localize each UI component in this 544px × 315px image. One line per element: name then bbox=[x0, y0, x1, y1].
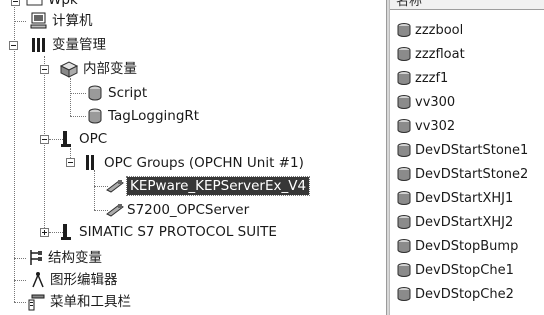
tag-list-item-label: DevDStartStone1 bbox=[415, 142, 529, 158]
internal-tags-icon bbox=[59, 61, 79, 78]
tag-list-item-label: vv300 bbox=[415, 94, 456, 110]
menu-toolbar-icon bbox=[28, 294, 45, 311]
tag-list-pane: 名称 zzzbool zzzfloat zzzf1 vv300 vv302 DevDSta… bbox=[390, 0, 544, 315]
tag-list-item-label: zzzf1 bbox=[415, 70, 449, 86]
channel-unit-icon bbox=[86, 155, 94, 170]
tree-node-opc[interactable]: OPC bbox=[59, 128, 107, 150]
tree-node-script[interactable]: Script bbox=[86, 82, 147, 104]
tag-list-item[interactable]: zzzfloat bbox=[396, 43, 465, 65]
tree-label-var-mgmt: 变量管理 bbox=[52, 37, 106, 53]
tree-label-opc-groups: OPC Groups (OPCHN Unit #1) bbox=[104, 155, 304, 171]
tag-management-icon bbox=[32, 38, 45, 52]
tree-line bbox=[70, 93, 86, 94]
tree-label-struct-vars: 结构变量 bbox=[48, 250, 102, 266]
expander-var-mgmt[interactable] bbox=[9, 41, 18, 50]
tag-icon bbox=[397, 143, 411, 157]
tree-node-s7200[interactable]: S7200_OPCServer bbox=[106, 199, 249, 221]
tag-list-item[interactable]: DevDStopBump bbox=[396, 235, 518, 257]
driver-icon bbox=[61, 224, 71, 240]
tag-list-item-label: DevDStopChe1 bbox=[415, 262, 514, 278]
tree-node-kepware[interactable]: KEPware_KEPServerEx_V4 bbox=[106, 175, 311, 197]
tree-line bbox=[14, 21, 26, 22]
tag-icon bbox=[397, 215, 411, 229]
tree-node-struct-vars[interactable]: 结构变量 bbox=[28, 247, 102, 269]
tag-icon bbox=[397, 239, 411, 253]
tree-node-opc-groups[interactable]: OPC Groups (OPCHN Unit #1) bbox=[84, 152, 304, 174]
tree-label-internal-vars: 内部变量 bbox=[83, 61, 137, 77]
tree-node-menu-toolbar[interactable]: 菜单和工具栏 bbox=[28, 291, 131, 313]
tree-pane: Wpk 计算机 变量管理 内部变量 Script TagLoggingRt OP… bbox=[0, 0, 386, 315]
tree-label-simatic: SIMATIC S7 PROTOCOL SUITE bbox=[79, 224, 277, 240]
tag-list-item[interactable]: vv302 bbox=[396, 115, 455, 137]
tree-label-menu-toolbar: 菜单和工具栏 bbox=[50, 294, 131, 310]
expander-simatic[interactable] bbox=[40, 228, 49, 237]
column-header-name[interactable]: 名称 bbox=[390, 0, 544, 10]
tag-list-item-label: zzzfloat bbox=[415, 46, 465, 62]
tree-node-simatic[interactable]: SIMATIC S7 PROTOCOL SUITE bbox=[59, 221, 277, 243]
expander-opc[interactable] bbox=[40, 135, 49, 144]
tag-icon bbox=[397, 71, 411, 85]
project-icon bbox=[26, 0, 43, 6]
tree-label-tag-logging: TagLoggingRt bbox=[108, 108, 200, 124]
tag-list-item[interactable]: DevDStartXHJ1 bbox=[396, 187, 513, 209]
tag-list-item-label: DevDStartXHJ2 bbox=[415, 214, 514, 230]
tree-line bbox=[14, 258, 26, 259]
connection-icon bbox=[106, 180, 124, 193]
tree-node-graphics-editor[interactable]: 图形编辑器 bbox=[30, 269, 118, 291]
structure-tags-icon bbox=[30, 250, 42, 265]
tag-icon bbox=[397, 47, 411, 61]
tag-icon bbox=[397, 287, 411, 301]
tag-list-item-label: zzzbool bbox=[415, 22, 464, 38]
tag-icon bbox=[397, 191, 411, 205]
tag-group-icon bbox=[88, 85, 102, 101]
tree-label-s7200: S7200_OPCServer bbox=[127, 202, 250, 218]
tree-line bbox=[14, 280, 26, 281]
tag-list-item-label: DevDStartXHJ1 bbox=[415, 190, 514, 206]
tag-icon bbox=[397, 263, 411, 277]
tree-node-computer[interactable]: 计算机 bbox=[30, 10, 93, 32]
tag-list-item[interactable]: DevDStartStone2 bbox=[396, 163, 528, 185]
tag-list-item-label: DevDStopBump bbox=[415, 238, 519, 254]
tag-list-item[interactable]: DevDStopChe1 bbox=[396, 259, 514, 281]
tag-list-item-label: DevDStartStone2 bbox=[415, 166, 529, 182]
tag-list-item[interactable]: zzzbool bbox=[396, 19, 463, 41]
tree-node-var-mgmt[interactable]: 变量管理 bbox=[30, 34, 106, 56]
tree-line bbox=[14, 302, 26, 303]
tree-node-internal-vars[interactable]: 内部变量 bbox=[59, 58, 137, 80]
tree-label-computer: 计算机 bbox=[52, 13, 93, 29]
tag-icon bbox=[397, 23, 411, 37]
tree-label-kepware: KEPware_KEPServerEx_V4 bbox=[125, 176, 311, 196]
computer-icon bbox=[30, 12, 47, 29]
tree-node-tag-logging[interactable]: TagLoggingRt bbox=[86, 105, 199, 127]
tag-icon bbox=[397, 167, 411, 181]
tree-line bbox=[44, 56, 45, 232]
tree-label-script: Script bbox=[108, 85, 148, 101]
tag-list-item-label: DevDStopChe2 bbox=[415, 286, 514, 302]
tag-icon bbox=[397, 95, 411, 109]
connection-icon bbox=[106, 204, 124, 217]
tag-list-item[interactable]: zzzf1 bbox=[396, 67, 448, 89]
expander-root[interactable] bbox=[11, 0, 20, 6]
expander-opc-groups[interactable] bbox=[66, 158, 75, 167]
tag-list-item[interactable]: DevDStartStone1 bbox=[396, 139, 528, 161]
tag-group-icon bbox=[88, 108, 102, 124]
tag-list-item[interactable]: DevDStopChe2 bbox=[396, 283, 514, 305]
tag-list-item[interactable]: vv300 bbox=[396, 91, 455, 113]
tree-line bbox=[70, 116, 86, 117]
tree-line bbox=[14, 0, 15, 258]
driver-icon bbox=[61, 131, 71, 147]
tree-line bbox=[70, 78, 71, 116]
tag-list-item[interactable]: DevDStartXHJ2 bbox=[396, 211, 513, 233]
tag-icon bbox=[397, 119, 411, 133]
compass-icon bbox=[32, 272, 44, 288]
tree-line bbox=[94, 170, 95, 210]
tree-label-opc: OPC bbox=[79, 131, 108, 147]
tree-label-graphics-editor: 图形编辑器 bbox=[50, 272, 118, 288]
tag-list-item-label: vv302 bbox=[415, 118, 456, 134]
expander-internal-vars[interactable] bbox=[40, 65, 49, 74]
